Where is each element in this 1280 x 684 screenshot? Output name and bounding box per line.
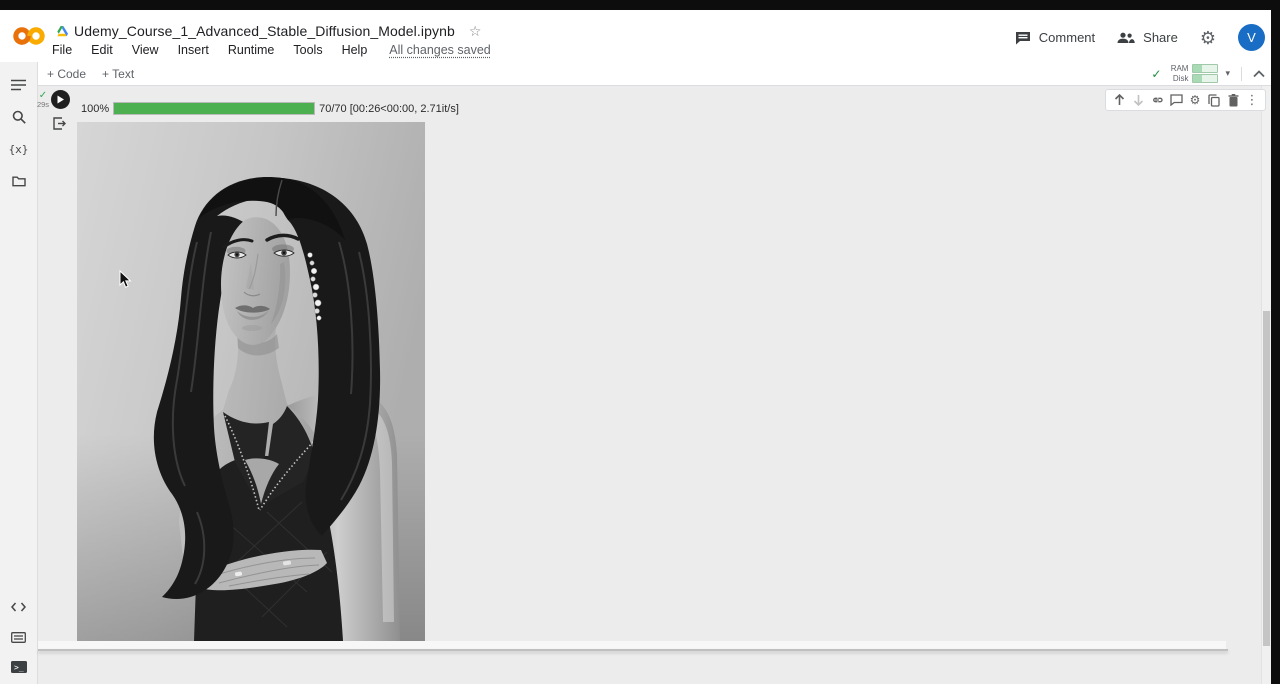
ram-meter [1192, 64, 1218, 73]
generated-portrait-image [77, 122, 425, 641]
resources-dropdown-caret-icon[interactable]: ▾ [1225, 68, 1230, 79]
left-sidebar: {x} [0, 62, 38, 684]
colab-window: Udemy_Course_1_Advanced_Stable_Diffusion… [0, 10, 1271, 684]
menu-file[interactable]: File [52, 43, 72, 57]
delete-cell-icon[interactable] [1225, 92, 1241, 108]
copy-cell-icon[interactable] [1206, 92, 1222, 108]
files-icon[interactable] [0, 166, 37, 196]
cell-toolbar: ⚙ ⋮ [1105, 89, 1266, 111]
add-comment-icon[interactable] [1168, 92, 1184, 108]
progress-fill [114, 103, 314, 114]
ram-label: RAM [1168, 64, 1188, 73]
move-cell-up-icon[interactable] [1111, 92, 1127, 108]
terminal-icon[interactable]: >_ [0, 652, 37, 682]
tqdm-progress: 100% 70/70 [00:26<00:00, 2.71it/s] [81, 101, 459, 116]
drive-icon [56, 26, 68, 37]
play-icon [56, 95, 65, 104]
video-letterbox-top [0, 0, 1280, 10]
resource-meters[interactable]: RAM Disk [1168, 64, 1218, 83]
menu-insert[interactable]: Insert [178, 43, 209, 57]
cell-bottom-border [38, 649, 1228, 651]
menu-view[interactable]: View [132, 43, 159, 57]
comment-button[interactable]: Comment [1015, 30, 1095, 45]
move-cell-down-icon[interactable] [1130, 92, 1146, 108]
menu-runtime[interactable]: Runtime [228, 43, 275, 57]
notebook-toolbar: + Code + Text ✓ RAM Disk [38, 62, 1271, 86]
execution-time: 29s [32, 100, 54, 109]
comment-icon [1015, 31, 1031, 45]
code-snippets-icon[interactable] [0, 592, 37, 622]
variables-icon[interactable]: {x} [0, 134, 37, 164]
notebook-content: ✓ 29s 100% [38, 86, 1271, 684]
disk-label: Disk [1168, 74, 1188, 83]
menu-tools[interactable]: Tools [293, 43, 322, 57]
menubar: File Edit View Insert Runtime Tools Help… [52, 43, 491, 57]
progress-status: 70/70 [00:26<00:00, 2.71it/s] [319, 103, 459, 115]
people-icon [1117, 32, 1135, 44]
disk-meter [1192, 74, 1218, 83]
progress-percent: 100% [81, 103, 109, 115]
scrollbar-thumb[interactable] [1263, 311, 1270, 646]
avatar[interactable]: V [1238, 24, 1265, 51]
runtime-connected-check-icon: ✓ [1151, 67, 1161, 81]
add-text-button[interactable]: + Text [102, 67, 134, 81]
notebook-title[interactable]: Udemy_Course_1_Advanced_Stable_Diffusion… [74, 23, 455, 39]
add-code-button[interactable]: + Code [47, 67, 86, 81]
share-label: Share [1143, 30, 1178, 45]
execution-check-icon: ✓ [32, 91, 54, 100]
more-cell-actions-icon[interactable]: ⋮ [1244, 92, 1260, 108]
video-letterbox-right [1271, 0, 1280, 684]
autosave-status[interactable]: All changes saved [389, 43, 490, 57]
comment-label: Comment [1039, 30, 1095, 45]
progress-bar [113, 102, 315, 115]
collapse-header-chevron-icon[interactable] [1253, 70, 1265, 78]
star-icon[interactable]: ☆ [469, 23, 482, 40]
cell-bottom-padding [38, 641, 1226, 649]
execution-badge: ✓ 29s [32, 91, 54, 109]
settings-gear-icon[interactable]: ⚙ [1200, 29, 1216, 47]
toolbar-divider [1241, 67, 1242, 81]
colab-logo[interactable] [13, 23, 45, 49]
header: Udemy_Course_1_Advanced_Stable_Diffusion… [0, 10, 1271, 62]
cell-settings-gear-icon[interactable]: ⚙ [1187, 92, 1203, 108]
menu-edit[interactable]: Edit [91, 43, 113, 57]
scrollbar-track[interactable] [1261, 86, 1271, 684]
svg-text:>_: >_ [14, 663, 24, 672]
output-toggle-icon[interactable] [53, 117, 66, 135]
share-button[interactable]: Share [1117, 30, 1178, 45]
command-palette-icon[interactable] [0, 622, 37, 652]
menu-help[interactable]: Help [342, 43, 368, 57]
copy-link-to-cell-icon[interactable] [1149, 92, 1165, 108]
